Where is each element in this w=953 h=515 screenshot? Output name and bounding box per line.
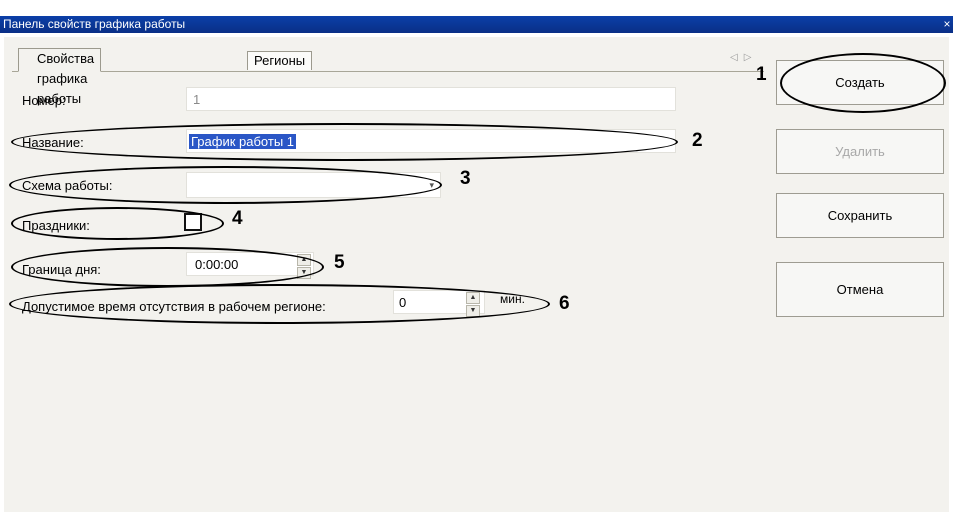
number-value: 1 — [193, 92, 201, 107]
tab-schedule-properties[interactable]: Свойства графика работы — [18, 48, 102, 106]
cancel-button[interactable]: Отмена — [776, 262, 944, 317]
callout-oval-day-border — [11, 247, 324, 287]
callout-number-4: 4 — [232, 208, 243, 229]
callout-number-6: 6 — [559, 293, 570, 314]
callout-number-5: 5 — [334, 252, 345, 273]
callout-oval-absence — [9, 284, 550, 324]
delete-button[interactable]: Удалить — [776, 129, 944, 174]
number-field: 1 — [186, 87, 676, 111]
close-icon[interactable]: × — [941, 16, 953, 33]
callout-number-1: 1 — [756, 64, 767, 85]
tab-scroll-left-icon[interactable]: ◁ — [730, 52, 744, 63]
tab-divider — [12, 71, 764, 72]
callout-oval-name — [11, 123, 678, 161]
callout-oval-scheme — [9, 166, 442, 204]
window-title: Панель свойств графика работы — [3, 17, 186, 31]
tab-scroll-arrows[interactable]: ◁▷ — [730, 52, 757, 63]
tab-regions[interactable]: Регионы — [247, 51, 313, 70]
callout-oval-holidays — [11, 207, 224, 240]
callout-oval-create — [780, 53, 946, 113]
tab-scroll-right-icon[interactable]: ▷ — [744, 52, 758, 63]
callout-number-2: 2 — [692, 130, 703, 151]
save-button[interactable]: Сохранить — [776, 193, 944, 238]
callout-number-3: 3 — [460, 168, 471, 189]
window-titlebar: Панель свойств графика работы × — [0, 16, 953, 33]
